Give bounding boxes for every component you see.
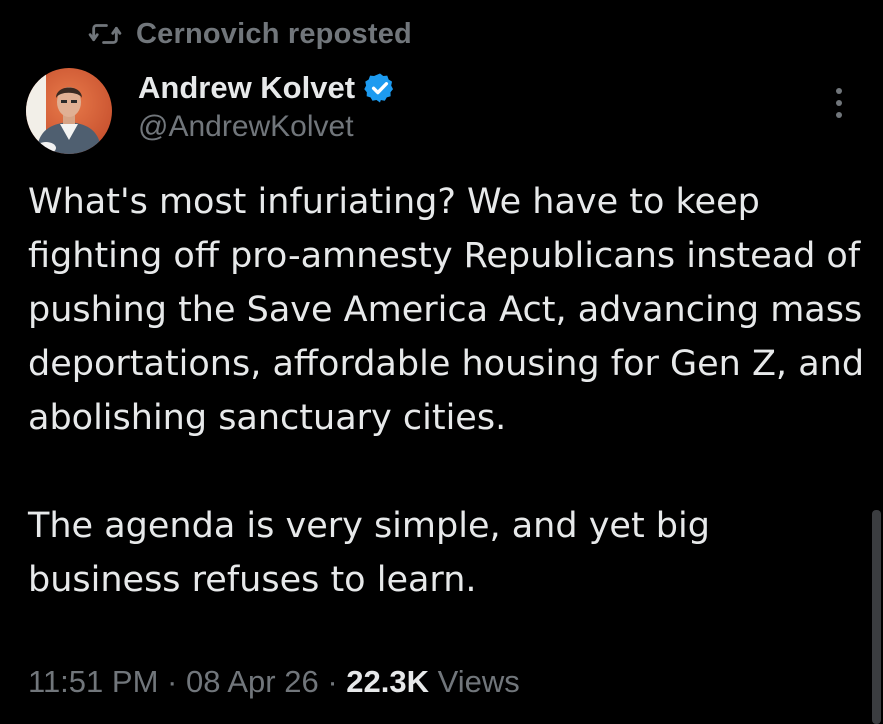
avatar-image (26, 68, 112, 154)
tweet-paragraph: What's most infuriating? We have to keep… (28, 182, 865, 438)
repost-label[interactable]: Cernovich reposted (136, 18, 412, 51)
author-display-name[interactable]: Andrew Kolvet (138, 70, 355, 106)
views-count[interactable]: 22.3K (346, 664, 429, 699)
author-handle[interactable]: @AndrewKolvet (138, 110, 397, 144)
scrollbar[interactable] (872, 510, 881, 724)
tweet-date[interactable]: 08 Apr 26 (186, 664, 319, 699)
tweet-meta: 11:51 PM · 08 Apr 26 · 22.3K Views (28, 664, 520, 700)
views-label: Views (437, 664, 520, 699)
tweet-text: What's most infuriating? We have to keep… (28, 175, 868, 607)
meta-separator: · (167, 664, 178, 699)
avatar[interactable] (26, 68, 112, 154)
repost-icon (88, 24, 122, 44)
meta-separator: · (327, 664, 338, 699)
author-block: Andrew Kolvet @AndrewKolvet (138, 68, 397, 144)
tweet-paragraph: The agenda is very simple, and yet big b… (28, 506, 710, 600)
repost-context[interactable]: Cernovich reposted (88, 14, 412, 54)
name-row: Andrew Kolvet (138, 68, 397, 108)
tweet-time[interactable]: 11:51 PM (28, 664, 158, 699)
verified-badge-icon[interactable] (363, 71, 397, 105)
more-options-icon[interactable] (826, 86, 852, 120)
